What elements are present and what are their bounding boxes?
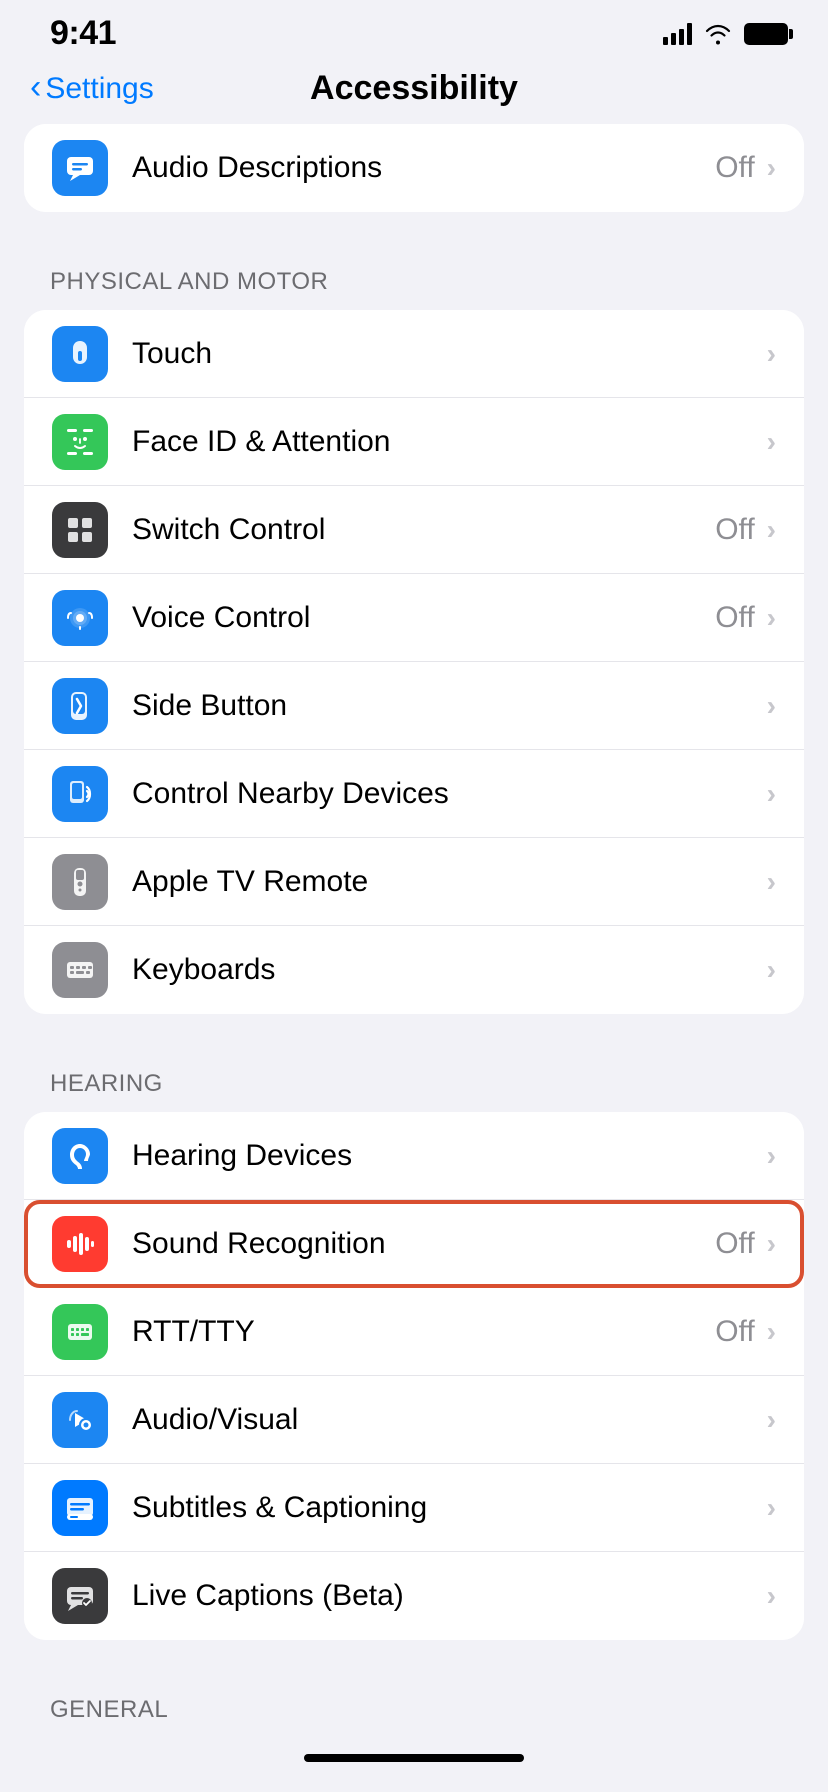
rtt-tty-label: RTT/TTY (132, 1315, 715, 1349)
live-captions-row[interactable]: Live Captions (Beta) › (24, 1552, 804, 1640)
audio-visual-label: Audio/Visual (132, 1403, 767, 1437)
switch-control-chevron: › (767, 514, 776, 546)
back-button[interactable]: ‹ Settings (30, 70, 154, 107)
subtitles-icon (52, 1480, 108, 1536)
wifi-icon (704, 23, 732, 45)
hearing-section: HEARING Hearing Devices › (0, 1050, 828, 1640)
switch-control-row[interactable]: Switch Control Off › (24, 486, 804, 574)
rtt-tty-row[interactable]: RTT/TTY Off › (24, 1288, 804, 1376)
audio-desc-label: Audio Descriptions (132, 151, 715, 185)
voice-control-icon (52, 590, 108, 646)
home-indicator (0, 1738, 828, 1772)
side-button-chevron: › (767, 690, 776, 722)
switch-control-value: Off (715, 513, 754, 547)
hearing-header: HEARING (0, 1050, 828, 1112)
rtt-tty-icon (52, 1304, 108, 1360)
control-nearby-label: Control Nearby Devices (132, 777, 767, 811)
sound-recognition-row[interactable]: Sound Recognition Off › (24, 1200, 804, 1288)
physical-motor-list: Touch › Face ID & Attention › (24, 310, 804, 1014)
hearing-devices-icon (52, 1128, 108, 1184)
subtitles-label: Subtitles & Captioning (132, 1491, 767, 1525)
subtitles-row[interactable]: Subtitles & Captioning › (24, 1464, 804, 1552)
apple-tv-label: Apple TV Remote (132, 865, 767, 899)
status-icons (663, 23, 788, 45)
hearing-devices-label: Hearing Devices (132, 1139, 767, 1173)
keyboards-chevron: › (767, 954, 776, 986)
status-time: 9:41 (50, 14, 116, 53)
touch-label: Touch (132, 337, 767, 371)
audio-desc-svg (63, 151, 97, 185)
audio-desc-icon (52, 140, 108, 196)
face-id-icon (52, 414, 108, 470)
voice-control-chevron: › (767, 602, 776, 634)
control-nearby-chevron: › (767, 778, 776, 810)
live-captions-label: Live Captions (Beta) (132, 1579, 767, 1613)
live-captions-icon (52, 1568, 108, 1624)
switch-control-icon (52, 502, 108, 558)
sound-recognition-value: Off (715, 1227, 754, 1261)
back-chevron-icon: ‹ (30, 68, 41, 107)
signal-icon (663, 23, 692, 45)
voice-control-value: Off (715, 601, 754, 635)
face-id-row[interactable]: Face ID & Attention › (24, 398, 804, 486)
keyboards-icon (52, 942, 108, 998)
voice-control-row[interactable]: Voice Control Off › (24, 574, 804, 662)
hearing-devices-chevron: › (767, 1140, 776, 1172)
keyboards-label: Keyboards (132, 953, 767, 987)
back-label: Settings (45, 72, 153, 106)
touch-row[interactable]: Touch › (24, 310, 804, 398)
audio-visual-row[interactable]: Audio/Visual › (24, 1376, 804, 1464)
rtt-tty-value: Off (715, 1315, 754, 1349)
status-bar: 9:41 (0, 0, 828, 61)
home-bar (304, 1754, 524, 1762)
audio-desc-value: Off (715, 151, 754, 185)
audio-visual-icon (52, 1392, 108, 1448)
voice-control-label: Voice Control (132, 601, 715, 635)
physical-motor-header: PHYSICAL AND MOTOR (0, 248, 828, 310)
sound-recognition-icon (52, 1216, 108, 1272)
partial-section: Audio Descriptions Off › (24, 124, 804, 212)
control-nearby-row[interactable]: Control Nearby Devices › (24, 750, 804, 838)
face-id-label: Face ID & Attention (132, 425, 767, 459)
live-captions-chevron: › (767, 1580, 776, 1612)
apple-tv-icon (52, 854, 108, 910)
hearing-list: Hearing Devices › Sound Recognition Off … (24, 1112, 804, 1640)
rtt-tty-chevron: › (767, 1316, 776, 1348)
touch-icon (52, 326, 108, 382)
side-button-row[interactable]: Side Button › (24, 662, 804, 750)
battery-icon (744, 23, 788, 45)
keyboards-row[interactable]: Keyboards › (24, 926, 804, 1014)
face-id-chevron: › (767, 426, 776, 458)
side-button-icon (52, 678, 108, 734)
list-item[interactable]: Audio Descriptions Off › (24, 124, 804, 212)
nav-bar: ‹ Settings Accessibility (0, 61, 828, 124)
hearing-devices-row[interactable]: Hearing Devices › (24, 1112, 804, 1200)
side-button-label: Side Button (132, 689, 767, 723)
apple-tv-chevron: › (767, 866, 776, 898)
sound-recognition-label: Sound Recognition (132, 1227, 715, 1261)
audio-desc-chevron: › (767, 152, 776, 184)
page-title: Accessibility (310, 69, 518, 108)
apple-tv-row[interactable]: Apple TV Remote › (24, 838, 804, 926)
subtitles-chevron: › (767, 1492, 776, 1524)
sound-recognition-chevron: › (767, 1228, 776, 1260)
audio-visual-chevron: › (767, 1404, 776, 1436)
physical-motor-section: PHYSICAL AND MOTOR Touch › (0, 248, 828, 1014)
general-header: GENERAL (0, 1676, 828, 1738)
switch-control-label: Switch Control (132, 513, 715, 547)
touch-chevron: › (767, 338, 776, 370)
control-nearby-icon (52, 766, 108, 822)
